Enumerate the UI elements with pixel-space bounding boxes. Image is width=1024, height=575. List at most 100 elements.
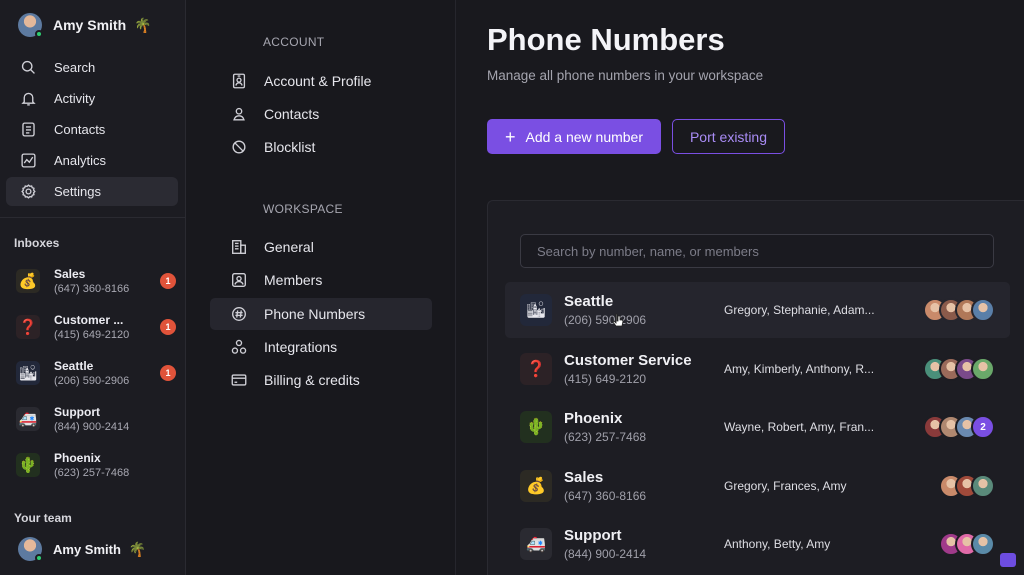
phone-number: (844) 900-2414	[564, 547, 647, 561]
ambulance-icon: 🚑	[520, 528, 552, 560]
table-row[interactable]: ❓ Customer Service (415) 649-2120 Amy, K…	[505, 341, 1010, 397]
nav-analytics[interactable]: Analytics	[6, 146, 178, 175]
add-number-label: Add a new number	[525, 128, 644, 145]
table-row[interactable]: 🏙 Seattle (206) 590-2906 Gregory, Stepha…	[505, 282, 1010, 338]
palm-tree-emoji: 🌴	[134, 16, 152, 33]
inbox-number: (844) 900-2414	[54, 421, 130, 433]
user-name: Amy Smith	[53, 17, 127, 33]
cityscape-icon: 🏙	[16, 361, 40, 385]
main-nav: Search Activity Contacts Analytics Setti…	[6, 53, 178, 208]
member-avatars: 2	[923, 415, 995, 439]
question-mark-icon: ❓	[520, 353, 552, 385]
search-input[interactable]	[520, 234, 994, 268]
inbox-item-customer-service[interactable]: ❓ Customer ... (415) 649-2120 1	[16, 309, 176, 345]
settings-item-label: Contacts	[264, 106, 320, 122]
phone-number: (647) 360-8166	[564, 489, 647, 503]
settings-item-label: Members	[264, 272, 323, 288]
settings-item-label: Billing & credits	[264, 372, 360, 388]
unread-badge: 1	[160, 319, 176, 335]
settings-item-billing[interactable]: Billing & credits	[210, 364, 432, 396]
member-avatar	[971, 298, 995, 322]
settings-item-contacts[interactable]: Contacts	[210, 98, 432, 130]
nav-label: Contacts	[54, 122, 106, 137]
inbox-number: (623) 257-7468	[54, 467, 130, 479]
table-row[interactable]: 🌵 Phoenix (623) 257-7468 Wayne, Robert, …	[505, 399, 1010, 455]
money-bag-icon: 💰	[520, 470, 552, 502]
settings-item-integrations[interactable]: Integrations	[210, 331, 432, 363]
page-subtitle: Manage all phone numbers in your workspa…	[487, 68, 764, 83]
port-existing-button[interactable]: Port existing	[672, 119, 785, 154]
avatar	[18, 537, 43, 562]
member-avatar	[971, 474, 995, 498]
inbox-number: (647) 360-8166	[54, 283, 130, 295]
team-member[interactable]: Amy Smith 🌴	[18, 536, 146, 562]
cactus-icon: 🌵	[520, 411, 552, 443]
unread-badge: 1	[160, 273, 176, 289]
nav-contacts[interactable]: Contacts	[6, 115, 178, 144]
inbox-item-phoenix[interactable]: 🌵 Phoenix (623) 257-7468	[16, 447, 176, 483]
money-bag-icon: 💰	[16, 269, 40, 293]
analytics-icon	[21, 153, 36, 168]
building-icon	[232, 240, 246, 254]
members-list: Amy, Kimberly, Anthony, R...	[724, 362, 875, 376]
sidebar-divider	[0, 217, 186, 218]
member-avatar	[971, 532, 995, 556]
search-icon	[21, 60, 35, 74]
member-avatars	[923, 357, 995, 381]
help-chat-icon[interactable]	[1000, 553, 1016, 567]
account-heading: ACCOUNT	[263, 35, 325, 49]
settings-item-account-profile[interactable]: Account & Profile	[210, 65, 432, 97]
palm-tree-emoji: 🌴	[128, 540, 147, 557]
avatar	[18, 13, 43, 38]
settings-item-label: Phone Numbers	[264, 306, 366, 322]
nav-settings[interactable]: Settings	[6, 177, 178, 206]
bell-icon	[21, 92, 36, 106]
extra-members-count: 2	[971, 415, 995, 439]
online-indicator	[35, 554, 43, 562]
id-badge-icon	[232, 73, 246, 89]
plus-icon: +	[504, 126, 516, 147]
number-name: Phoenix	[564, 410, 623, 427]
settings-item-members[interactable]: Members	[210, 264, 432, 296]
phone-number: (206) 590-2906	[564, 313, 647, 327]
table-row[interactable]: 🚑 Support (844) 900-2414 Anthony, Betty,…	[505, 516, 1010, 572]
settings-item-label: Blocklist	[264, 139, 316, 155]
sidebar: Amy Smith 🌴 Search Activity Contacts Ana…	[0, 0, 186, 575]
nav-label: Analytics	[54, 153, 107, 168]
page-title: Phone Numbers	[487, 22, 725, 57]
current-user[interactable]: Amy Smith 🌴	[18, 12, 152, 38]
number-name: Seattle	[564, 293, 614, 310]
members-list: Wayne, Robert, Amy, Fran...	[724, 420, 875, 434]
cactus-icon: 🌵	[16, 453, 40, 477]
settings-item-blocklist[interactable]: Blocklist	[210, 131, 432, 163]
number-name: Customer Service	[564, 352, 692, 369]
table-row[interactable]: 💰 Sales (647) 360-8166 Gregory, Frances,…	[505, 458, 1010, 514]
settings-item-label: General	[264, 239, 314, 255]
members-icon	[232, 273, 246, 287]
inbox-item-sales[interactable]: 💰 Sales (647) 360-8166 1	[16, 263, 176, 299]
person-icon	[233, 107, 245, 121]
inbox-name: Phoenix	[54, 451, 101, 465]
settings-item-general[interactable]: General	[210, 231, 432, 263]
inbox-item-seattle[interactable]: 🏙 Seattle (206) 590-2906 1	[16, 355, 176, 391]
add-number-button[interactable]: + Add a new number	[487, 119, 661, 154]
inbox-item-support[interactable]: 🚑 Support (844) 900-2414	[16, 401, 176, 437]
nav-activity[interactable]: Activity	[6, 84, 178, 113]
block-icon	[232, 140, 246, 154]
members-list: Gregory, Stephanie, Adam...	[724, 303, 875, 317]
members-list: Anthony, Betty, Amy	[724, 537, 831, 551]
member-avatar	[971, 357, 995, 381]
team-heading: Your team	[14, 511, 72, 525]
main-content: Phone Numbers Manage all phone numbers i…	[456, 0, 1024, 575]
online-indicator	[35, 30, 43, 38]
numbers-panel: 🏙 Seattle (206) 590-2906 Gregory, Stepha…	[487, 200, 1024, 575]
inbox-name: Sales	[54, 267, 86, 281]
member-avatars	[923, 298, 995, 322]
gear-icon	[21, 184, 36, 199]
nav-search[interactable]: Search	[6, 53, 178, 82]
nav-label: Activity	[54, 91, 96, 106]
unread-badge: 1	[160, 365, 176, 381]
integrations-icon	[231, 339, 247, 354]
team-member-name: Amy Smith	[53, 541, 121, 557]
settings-item-phone-numbers[interactable]: Phone Numbers	[210, 298, 432, 330]
